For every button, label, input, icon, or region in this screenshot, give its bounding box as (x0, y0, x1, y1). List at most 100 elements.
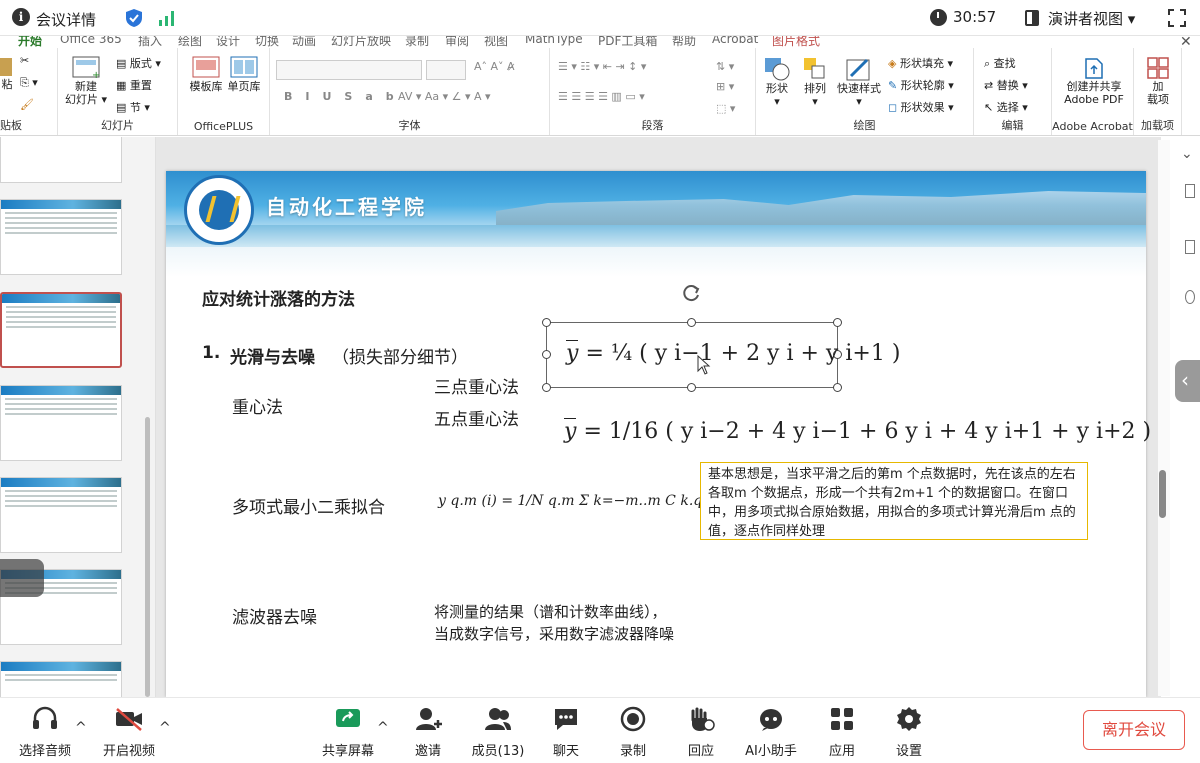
slide-thumbnail[interactable] (0, 385, 122, 461)
three-point-label[interactable]: 三点重心法 (434, 373, 519, 398)
record-button[interactable]: 录制 (613, 706, 653, 759)
slide-thumbnail[interactable] (0, 199, 122, 275)
chevron-down-icon[interactable]: ⌄ (1181, 146, 1193, 162)
fullscreen-icon[interactable] (1168, 9, 1186, 27)
rotate-handle-icon[interactable] (682, 283, 702, 303)
align-buttons[interactable]: ☰ ☰ ☰ ☰ ▥ ▭ ▾ (558, 90, 645, 103)
centroid-method-label[interactable]: 重心法 (232, 393, 283, 418)
align-text-button[interactable]: ⊞ ▾ (716, 80, 734, 93)
resize-handle[interactable] (687, 383, 696, 392)
smartart-button[interactable]: ⬚ ▾ (716, 102, 735, 115)
paste-icon (0, 58, 12, 76)
slide-thumbnail[interactable] (0, 137, 122, 183)
three-point-formula[interactable]: y = ¼ ( y i−1 + 2 y i + y i+1 ) (566, 340, 900, 366)
members-button[interactable]: 成员(13) (468, 706, 528, 759)
settings-button[interactable]: 设置 (889, 706, 929, 759)
font-name-select[interactable] (276, 60, 422, 80)
single-page-library-button[interactable]: 单页库 (226, 56, 262, 93)
shape-fill-button[interactable]: ◈ 形状填充 ▾ (888, 55, 953, 71)
security-shield-icon[interactable] (124, 8, 144, 28)
ribbon-tab-office365[interactable]: Office 365 (60, 36, 122, 46)
replace-button[interactable]: ⇄ 替换 ▾ (984, 77, 1028, 93)
shape-outline-button[interactable]: ✎ 形状轮廓 ▾ (888, 77, 954, 93)
five-point-formula[interactable]: y = 1/16 ( y i−2 + 4 y i−1 + 6 y i + 4 y… (564, 418, 1151, 444)
gear-icon (897, 707, 921, 731)
list-buttons[interactable]: ☰ ▾ ☷ ▾ ⇤ ⇥ ↕ ▾ (558, 60, 646, 73)
paste-button[interactable]: 粘 (0, 56, 14, 91)
item1-title[interactable]: 光滑与去噪 (230, 343, 315, 368)
resize-handle[interactable] (833, 383, 842, 392)
reset-button[interactable]: ▦ 重置 (116, 77, 152, 93)
ribbon-tab-mathtype[interactable]: MathType (525, 36, 583, 46)
smoothing-explanation-box[interactable]: 基本思想是，当求平滑之后的第m 个点数据时，先在该点的左右各取m 个数据点，形成… (700, 462, 1088, 540)
side-tool-icon[interactable] (1185, 184, 1195, 198)
video-options-caret[interactable]: ^ (159, 720, 171, 736)
share-screen-button[interactable]: 共享屏幕 (318, 706, 378, 759)
banner-fade (166, 247, 1146, 277)
invite-button[interactable]: 邀请 (408, 706, 448, 759)
side-tool-icon[interactable] (1185, 290, 1195, 304)
select-button[interactable]: ↖ 选择 ▾ (984, 99, 1028, 115)
resize-handle[interactable] (542, 350, 551, 359)
network-signal-icon[interactable] (158, 9, 176, 27)
slide-heading[interactable]: 应对统计涨落的方法 (202, 285, 355, 310)
copy-button[interactable]: ⎘ ▾ (20, 76, 38, 90)
thumbnail-scrollbar[interactable] (145, 417, 150, 697)
resize-handle[interactable] (542, 383, 551, 392)
slide-thumbnail[interactable] (0, 661, 122, 697)
addins-button[interactable]: 加 载项 (1142, 56, 1174, 106)
font-style-buttons[interactable]: BIUSab (284, 90, 407, 103)
arrange-button[interactable]: 排列 ▾ (798, 56, 832, 108)
officeplus-group-label: OfficePLUS (193, 120, 254, 133)
five-point-label[interactable]: 五点重心法 (434, 405, 519, 430)
cut-button[interactable]: ✂ (20, 54, 29, 67)
new-slide-button[interactable]: + 新建 幻灯片 ▾ (64, 56, 108, 106)
side-tool-icon[interactable] (1185, 240, 1195, 254)
side-panel-toggle[interactable]: ‹ (1175, 360, 1200, 402)
item1-note[interactable]: （损失部分细节） (332, 343, 468, 368)
share-options-caret[interactable]: ^ (377, 720, 389, 736)
slide-scrollbar-thumb[interactable] (1159, 470, 1166, 518)
ribbon-tab-acrobat[interactable]: Acrobat (712, 36, 758, 46)
font-grow-buttons[interactable]: A˄ A˅ A̷ (474, 60, 515, 73)
layout-button[interactable]: ▤ 版式 ▾ (116, 55, 161, 71)
polyfit-label[interactable]: 多项式最小二乘拟合 (232, 493, 385, 518)
font-spacing-buttons[interactable]: AV ▾ Aa ▾ ∠ ▾ A ▾ (398, 90, 491, 103)
chat-button[interactable]: 聊天 (546, 706, 586, 759)
presenter-view-dropdown[interactable]: 演讲者视图 ▾ (1048, 8, 1135, 29)
filter-denoise-label[interactable]: 滤波器去噪 (232, 603, 317, 628)
shape-effect-button[interactable]: ◻ 形状效果 ▾ (888, 99, 954, 115)
info-icon[interactable]: i (12, 8, 30, 26)
resize-handle[interactable] (833, 318, 842, 327)
reaction-label: 回应 (687, 744, 714, 759)
section-button[interactable]: ▤ 节 ▾ (116, 99, 150, 115)
video-button[interactable]: 开启视频 (98, 706, 160, 759)
create-pdf-label: 创建并共享 (1066, 80, 1122, 93)
slide-thumbnail[interactable] (0, 477, 122, 553)
meeting-timer: 30:57 (953, 8, 997, 26)
template-library-button[interactable]: 模板库 (188, 56, 224, 93)
shapes-button[interactable]: 形状 ▾ (762, 56, 792, 108)
slide-thumbnail-selected[interactable] (0, 292, 122, 368)
resize-handle[interactable] (687, 318, 696, 327)
audio-button[interactable]: 选择音频 (14, 706, 76, 759)
font-size-select[interactable] (426, 60, 466, 80)
ribbon-close-button[interactable]: ✕ (1180, 36, 1192, 50)
meeting-details-title[interactable]: 会议详情 (36, 9, 96, 30)
filter-description-line1[interactable]: 将测量的结果（谱和计数率曲线）， (434, 601, 667, 622)
find-button[interactable]: ⌕ 查找 (984, 55, 1016, 71)
filter-description-line2[interactable]: 当成数字信号，采用数字滤波器降噪 (434, 623, 674, 644)
quick-styles-button[interactable]: 快速样式 ▾ (836, 56, 882, 108)
audio-options-caret[interactable]: ^ (75, 720, 87, 736)
ai-assistant-button[interactable]: AI小助手 (741, 706, 801, 759)
addins-label: 加 (1152, 80, 1164, 93)
format-painter-button[interactable]: 🖌 (20, 98, 34, 111)
single-page-label: 单页库 (227, 80, 261, 93)
text-direction-button[interactable]: ⇅ ▾ (716, 60, 734, 73)
floating-toolbar-tab[interactable] (0, 559, 44, 597)
reaction-button[interactable]: 回应 (681, 706, 721, 759)
resize-handle[interactable] (542, 318, 551, 327)
leave-meeting-button[interactable]: 离开会议 (1083, 710, 1185, 750)
apps-button[interactable]: 应用 (822, 706, 862, 759)
create-share-pdf-button[interactable]: 创建并共享 Adobe PDF (1056, 56, 1132, 106)
